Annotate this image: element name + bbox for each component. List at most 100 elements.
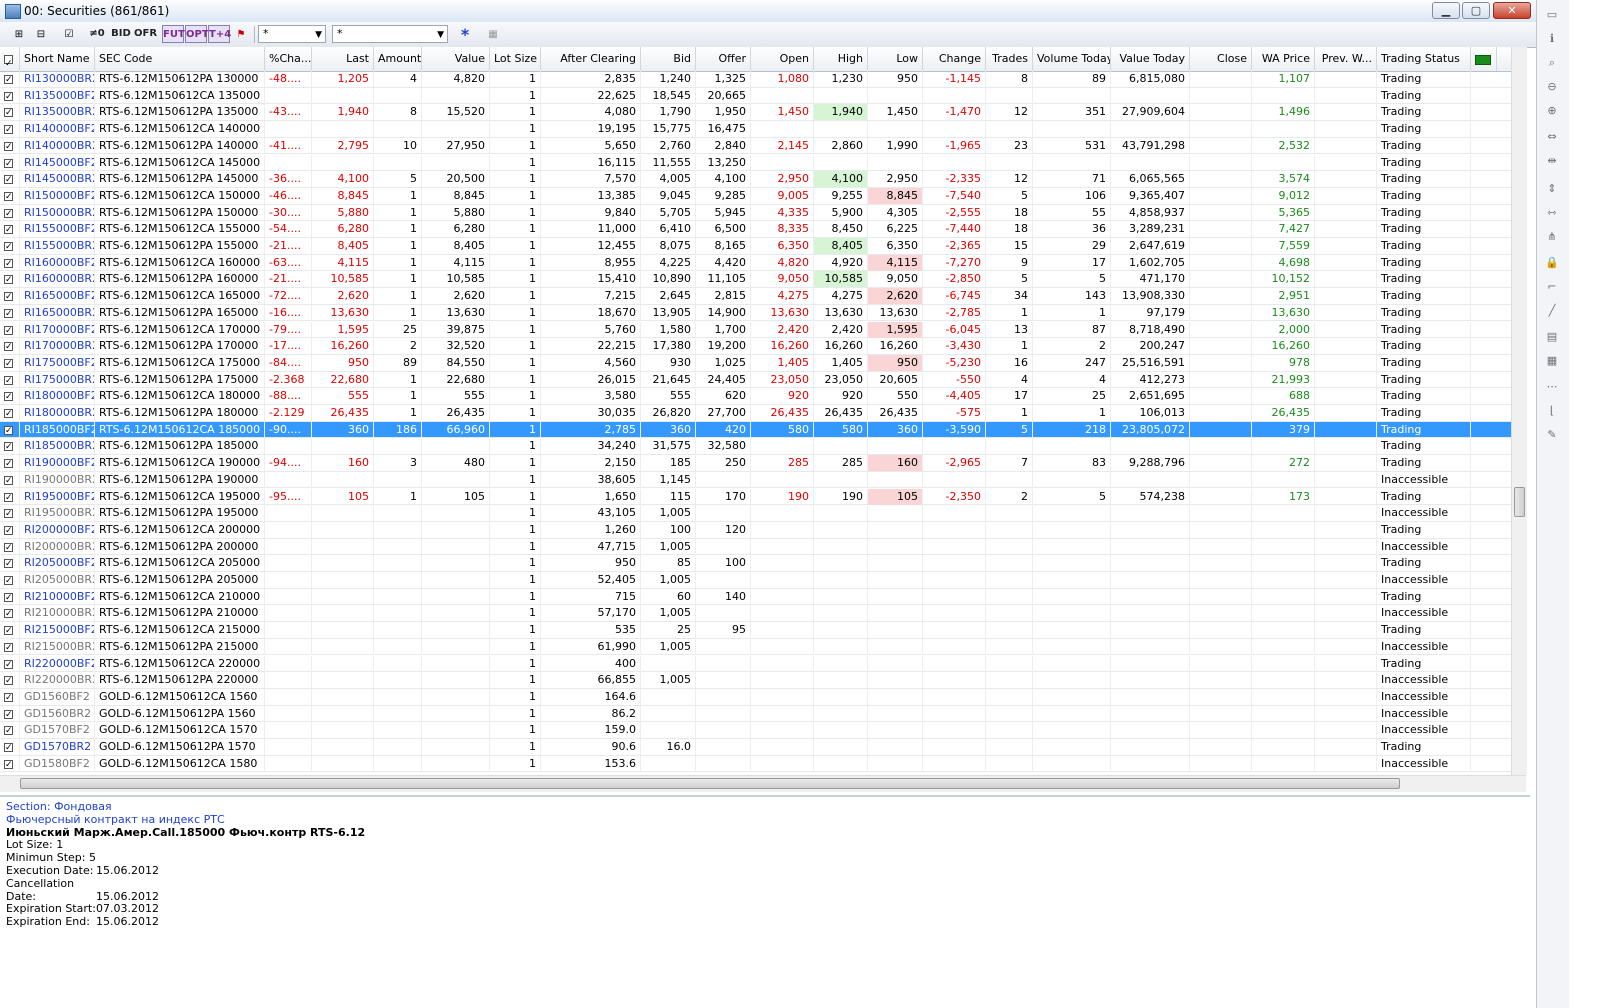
row-checkbox-cell[interactable] (4, 538, 20, 555)
scroll-thumb[interactable] (20, 778, 1400, 789)
filter-combo-1[interactable]: * ▼ (258, 25, 326, 43)
table-row[interactable]: RI140000BR2RTS-6.12M150612PA 140000-41..… (0, 137, 1511, 155)
column-header[interactable]: Open (751, 47, 814, 71)
minimize-button[interactable]: ▁ (1432, 2, 1460, 19)
checkbox[interactable] (4, 306, 13, 321)
checkbox[interactable] (4, 606, 13, 621)
table-row[interactable]: RI220000BR2RTS-6.12M150612PA 220000 166,8… (0, 672, 1511, 689)
table-row[interactable]: RI220000BF2RTS-6.12M150612CA 220000 1400 T… (0, 655, 1511, 673)
row-checkbox-cell[interactable] (4, 655, 20, 672)
row-checkbox-cell[interactable] (4, 204, 20, 221)
checkbox[interactable] (4, 439, 13, 454)
row-checkbox-cell[interactable] (4, 137, 20, 154)
column-header[interactable]: Value (422, 47, 490, 71)
column-header[interactable]: Lot Size (490, 47, 541, 71)
checkbox[interactable] (4, 556, 13, 571)
dock-zoom-out-icon[interactable]: ⊖ (1545, 80, 1559, 94)
options-toggle-button[interactable]: OPT (185, 25, 209, 43)
checkbox[interactable] (4, 289, 13, 304)
checkbox[interactable] (4, 490, 13, 505)
vertical-scrollbar[interactable] (1511, 47, 1527, 775)
row-checkbox-cell[interactable] (4, 438, 20, 455)
row-checkbox-cell[interactable] (4, 304, 20, 321)
checkbox[interactable] (4, 206, 13, 221)
dock-fit-icon[interactable]: ⇿ (1545, 206, 1559, 220)
checkbox[interactable] (4, 757, 13, 772)
table-row[interactable]: RI210000BF2RTS-6.12M150612CA 210000 17156… (0, 588, 1511, 606)
column-header[interactable]: After Clearing (541, 47, 641, 71)
row-checkbox-cell[interactable] (4, 638, 20, 655)
row-checkbox-cell[interactable] (4, 288, 20, 305)
table-row[interactable]: RI215000BR2RTS-6.12M150612PA 215000 161,9… (0, 638, 1511, 656)
table-row[interactable]: RI155000BR2RTS-6.12M150612PA 155000-21..… (0, 238, 1511, 255)
close-button[interactable]: ✕ (1493, 2, 1531, 19)
table-row[interactable]: GD1560BF2GOLD-6.12M150612CA 1560 1164.6 In… (0, 688, 1511, 706)
column-header[interactable]: Value Today (1111, 47, 1190, 71)
column-header[interactable]: WA Price (1252, 47, 1315, 71)
row-checkbox-cell[interactable] (4, 572, 20, 588)
checkbox[interactable] (4, 456, 13, 471)
checkbox[interactable] (4, 89, 13, 104)
row-checkbox-cell[interactable] (4, 471, 20, 488)
column-header[interactable]: Close (1190, 47, 1252, 71)
dock-grid-icon[interactable]: ▦ (1545, 354, 1559, 368)
grid-icon[interactable]: ▦ (484, 25, 502, 43)
checkbox[interactable] (4, 623, 13, 638)
row-checkbox-cell[interactable] (4, 555, 20, 572)
dock-zoom-icon[interactable]: ⌕ (1545, 56, 1559, 70)
table-row[interactable]: RI205000BR2RTS-6.12M150612PA 205000 152,4… (0, 572, 1511, 589)
add-rows-icon[interactable]: ⊞ (10, 25, 28, 43)
table-row[interactable]: RI200000BF2RTS-6.12M150612CA 200000 11,26… (0, 521, 1511, 539)
t4-toggle-button[interactable]: T+4 (208, 25, 231, 43)
dock-dots-icon[interactable]: ⋯ (1545, 380, 1559, 394)
table-row[interactable]: RI145000BR2RTS-6.12M150612PA 145000-36..… (0, 171, 1511, 188)
dock-step-icon[interactable]: ⌐ (1545, 280, 1559, 294)
checkbox[interactable] (4, 156, 13, 171)
row-checkbox-cell[interactable] (4, 354, 20, 371)
checkbox[interactable] (4, 540, 13, 555)
table-row[interactable]: RI200000BR2RTS-6.12M150612PA 200000 147,7… (0, 538, 1511, 556)
dock-info-icon[interactable]: ℹ (1545, 32, 1559, 46)
checkbox[interactable] (4, 707, 13, 722)
checkbox[interactable] (4, 139, 13, 154)
table-row[interactable]: RI190000BR2RTS-6.12M150612PA 190000 138,6… (0, 471, 1511, 489)
table-row[interactable]: RI130000BR2RTS-6.12M150612PA 130000-48..… (0, 71, 1511, 88)
row-checkbox-cell[interactable] (4, 104, 20, 121)
column-header[interactable]: Volume Today (1033, 47, 1111, 71)
checkbox[interactable] (4, 256, 13, 271)
row-checkbox-cell[interactable] (4, 154, 20, 171)
row-checkbox-cell[interactable] (4, 739, 20, 755)
checkbox[interactable] (4, 690, 13, 705)
table-row[interactable]: RI215000BF2RTS-6.12M150612CA 215000 15352… (0, 622, 1511, 639)
row-checkbox-cell[interactable] (4, 421, 20, 438)
table-row[interactable]: RI175000BF2RTS-6.12M150612CA 175000-84..… (0, 354, 1511, 372)
table-row[interactable]: RI195000BF2RTS-6.12M150612CA 195000-95..… (0, 488, 1511, 506)
table-row[interactable]: RI205000BF2RTS-6.12M150612CA 205000 19508… (0, 555, 1511, 572)
checkbox[interactable] (4, 222, 13, 237)
row-checkbox-cell[interactable] (4, 588, 20, 605)
maximize-button[interactable]: ▢ (1462, 2, 1490, 19)
remove-rows-icon[interactable]: ⊟ (32, 25, 50, 43)
table-row[interactable]: RI170000BF2RTS-6.12M150612CA 170000-79..… (0, 321, 1511, 339)
offer-filter-button[interactable]: OFR (134, 25, 157, 43)
column-header[interactable]: Trades (986, 47, 1033, 71)
row-checkbox-cell[interactable] (4, 254, 20, 271)
row-checkbox-cell[interactable] (4, 187, 20, 204)
dock-expand-icon[interactable]: ⇔ (1545, 130, 1559, 144)
checkbox[interactable] (4, 339, 13, 354)
checkbox[interactable] (4, 373, 13, 388)
table-row[interactable]: GD1560BR2GOLD-6.12M150612PA 1560 186.2 Ina… (0, 705, 1511, 723)
row-checkbox-cell[interactable] (4, 87, 20, 104)
table-row[interactable]: RI150000BF2RTS-6.12M150612CA 150000-46..… (0, 187, 1511, 205)
checkbox[interactable] (4, 356, 13, 371)
table-row[interactable]: RI180000BF2RTS-6.12M150612CA 180000-88..… (0, 388, 1511, 405)
column-header[interactable]: Offer (696, 47, 751, 71)
nonzero-filter-button[interactable]: ≠0 (88, 25, 106, 43)
row-checkbox-cell[interactable] (4, 605, 20, 622)
checkbox[interactable] (4, 423, 13, 438)
checkbox[interactable] (4, 52, 13, 71)
row-checkbox-cell[interactable] (4, 71, 20, 87)
checkbox[interactable] (4, 673, 13, 688)
checkbox[interactable] (4, 657, 13, 672)
table-row[interactable]: RI165000BR2RTS-6.12M150612PA 165000-16..… (0, 304, 1511, 322)
